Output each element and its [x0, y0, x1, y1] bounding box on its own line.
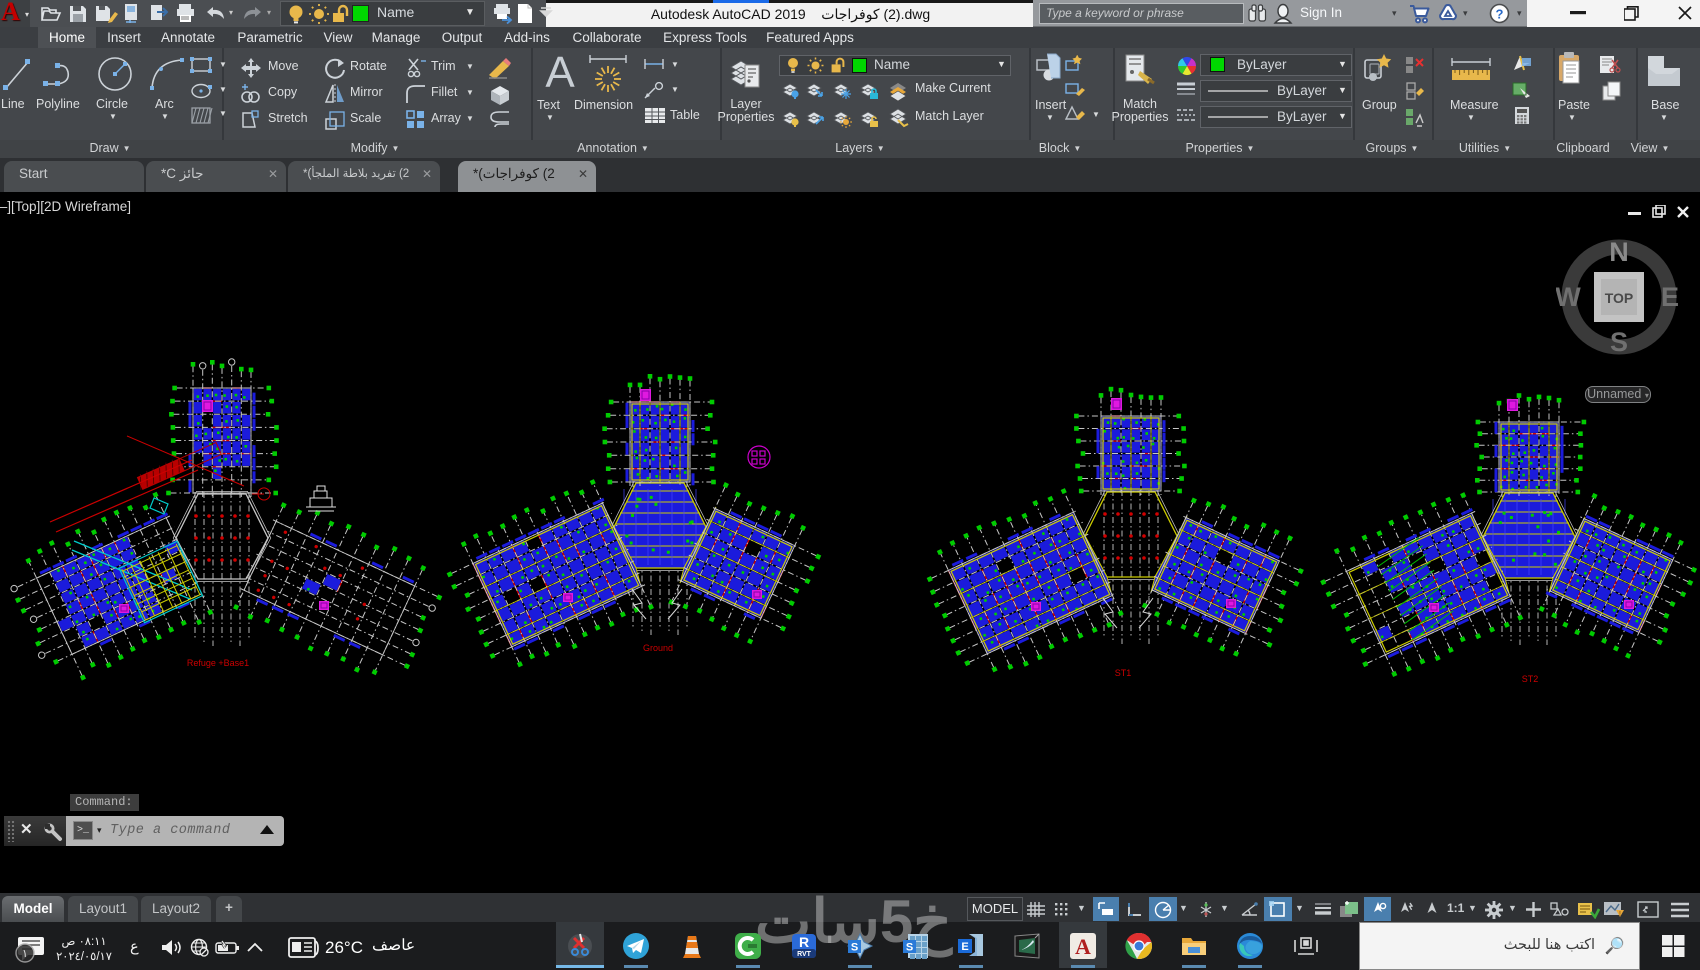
svg-text:ST1: ST1	[1115, 668, 1132, 678]
svg-text:RVT: RVT	[797, 951, 812, 958]
svg-text:!: !	[1619, 911, 1621, 918]
svg-text:S: S	[906, 942, 913, 954]
svg-text:R: R	[799, 934, 809, 950]
svg-text:A: A	[1075, 934, 1091, 959]
svg-text:?: ?	[1496, 7, 1504, 22]
svg-text:Ground: Ground	[643, 643, 673, 653]
svg-text:ST2: ST2	[1522, 674, 1539, 684]
svg-text:١: ١	[22, 948, 28, 960]
svg-text:E: E	[961, 941, 968, 953]
svg-text:Refuge +Base1: Refuge +Base1	[187, 658, 249, 668]
svg-text:S: S	[851, 942, 858, 954]
